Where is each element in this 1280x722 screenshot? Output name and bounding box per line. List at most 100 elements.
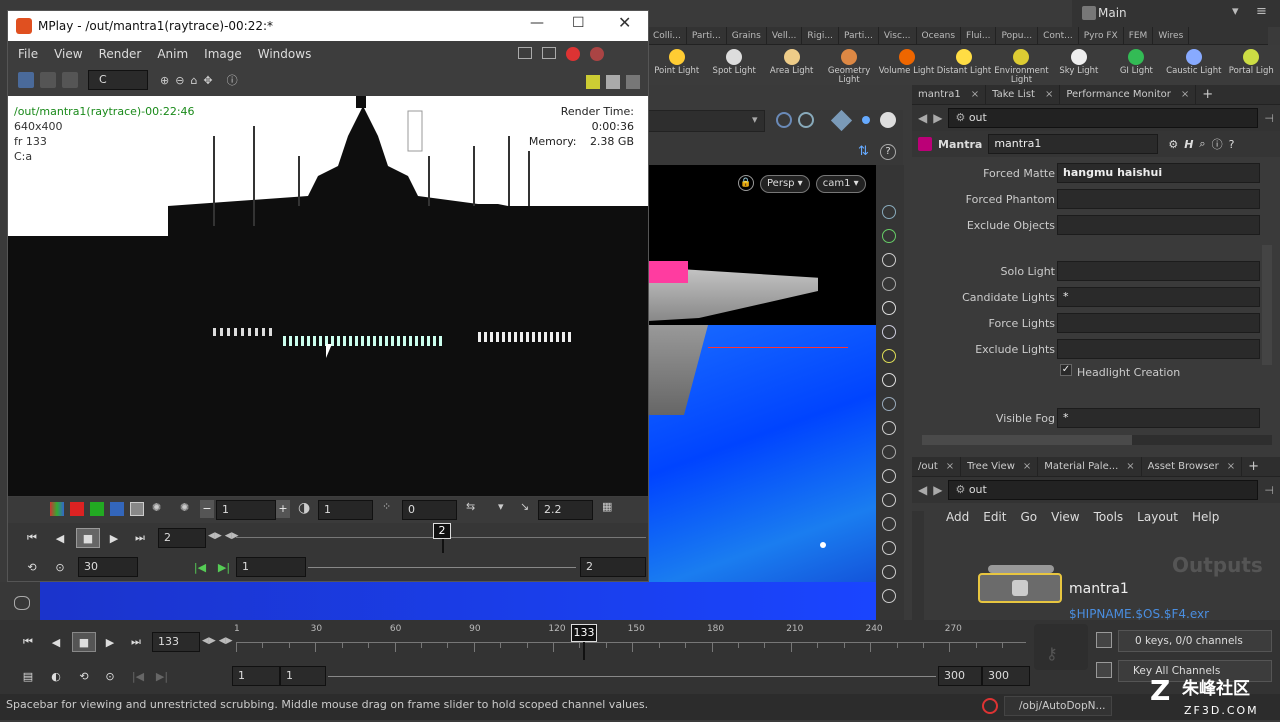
offset-icon[interactable]: ⁘ [382, 500, 391, 513]
full-grid-icon[interactable] [626, 75, 640, 89]
help-param-icon[interactable]: ? [1229, 138, 1235, 151]
network-tab[interactable]: Tree View × [961, 457, 1039, 476]
desktop-dropdown-icon[interactable]: ▾ [1232, 4, 1239, 19]
tab-close-icon[interactable]: × [1126, 461, 1134, 472]
target-icon[interactable] [798, 112, 814, 128]
tl-realtime-icon[interactable]: ▤ [16, 666, 40, 686]
tl-jump-end-button[interactable]: ⏭ [124, 632, 148, 652]
tl-play-forward-button[interactable]: ▶ [98, 632, 122, 652]
grid-icon[interactable] [586, 75, 600, 89]
display-option-icon[interactable] [882, 373, 896, 387]
shelf-tab[interactable]: Parti... [687, 27, 727, 44]
zoom-in-icon[interactable]: ⊕ [160, 74, 169, 87]
shelf-tab[interactable]: Visc... [879, 27, 917, 44]
gamma-field[interactable]: 2.2 [538, 500, 593, 520]
parameter-tab[interactable]: Performance Monitor × [1060, 85, 1197, 104]
mplay-frame-field[interactable]: 2 [158, 528, 206, 548]
display-option-icon[interactable] [882, 493, 896, 507]
add-tab-icon[interactable]: + [1196, 85, 1219, 104]
zoom-out-icon[interactable]: ⊖ [175, 74, 184, 87]
net-forward-arrow-icon[interactable]: ▶ [933, 483, 942, 497]
shelf-tool[interactable]: Portal Ligh [1223, 45, 1280, 85]
tile-icon[interactable] [542, 47, 556, 59]
mplay-frame-marker[interactable]: 2 [433, 523, 451, 539]
exposure-field[interactable]: 1 [216, 500, 276, 520]
no-entry-icon[interactable] [982, 698, 998, 714]
network-menu-item[interactable]: Add [946, 510, 969, 524]
parameter-field[interactable] [1057, 339, 1260, 359]
tl-play-back-button[interactable]: ◀ [44, 632, 68, 652]
mplay-menu-item[interactable]: Image [204, 47, 242, 61]
mplay-menu-item[interactable]: View [54, 47, 82, 61]
shelf-tool[interactable]: Area Light [763, 45, 820, 85]
network-menu-item[interactable]: View [1051, 510, 1079, 524]
home-icon[interactable]: ⌂ [190, 74, 197, 87]
display-option-icon[interactable] [882, 325, 896, 339]
tl-range-slider[interactable] [328, 676, 936, 677]
step-icons[interactable]: ◀▶ ◀▶ [208, 531, 239, 541]
shelf-tab[interactable]: Wires [1153, 27, 1190, 44]
parameter-field[interactable] [1057, 261, 1260, 281]
parameter-field[interactable] [1057, 189, 1260, 209]
mplay-menu-item[interactable]: Render [99, 47, 142, 61]
network-menu-item[interactable]: Go [1020, 510, 1037, 524]
network-menu-item[interactable]: Help [1192, 510, 1219, 524]
play-back-button[interactable]: ◀ [48, 528, 72, 548]
stop-render-icon[interactable] [566, 47, 580, 61]
tl-loop-icon[interactable]: ⟲ [72, 666, 96, 686]
tl-end-field[interactable]: 300 [938, 666, 982, 686]
parameter-h-scrollbar[interactable] [922, 435, 1272, 445]
blue-channel-icon[interactable] [110, 502, 124, 516]
info-icon[interactable]: ⓘ [1212, 136, 1223, 152]
shelf-tool[interactable]: GI Light [1108, 45, 1165, 85]
play-forward-button[interactable]: ▶ [102, 528, 126, 548]
frame-ruler[interactable]: 1 30 60 90 120 150 180 210 240 270 [234, 620, 1026, 660]
fps-field[interactable]: 30 [78, 557, 138, 577]
mplay-menu-item[interactable]: Windows [258, 47, 312, 61]
add-tab-icon[interactable]: + [1242, 457, 1265, 476]
shelf-tool[interactable]: Caustic Light [1165, 45, 1222, 85]
forward-arrow-icon[interactable]: ▶ [933, 111, 942, 125]
tab-close-icon[interactable]: × [1227, 461, 1235, 472]
close-mplay-icon[interactable] [590, 47, 604, 61]
range-slider[interactable] [308, 567, 576, 568]
dot-icon[interactable] [862, 116, 870, 124]
adjust-menu-icon[interactable]: ▦ [602, 500, 612, 513]
loop-icon[interactable]: ⟲ [20, 557, 44, 577]
parameter-tab[interactable]: Take List × [986, 85, 1061, 104]
tl-timer-icon[interactable]: ⊙ [98, 666, 122, 686]
gain-field[interactable]: 1 [318, 500, 373, 520]
gear-icon[interactable]: ⚙ [1168, 138, 1178, 151]
network-menu-item[interactable]: Layout [1137, 510, 1178, 524]
net-back-arrow-icon[interactable]: ◀ [918, 483, 927, 497]
net-pin-icon[interactable]: ⊣ [1264, 484, 1274, 497]
ab-icon[interactable] [62, 72, 78, 88]
float-icon[interactable] [518, 47, 532, 59]
key-widget[interactable]: ⚷ [1034, 624, 1088, 670]
channel-select[interactable]: C [88, 70, 148, 90]
parameter-tab[interactable]: mantra1 × [912, 85, 987, 104]
shelf-tool[interactable]: Sky Light [1050, 45, 1107, 85]
tl-jump-start-button[interactable]: ⏮ [16, 632, 40, 652]
maximize-button[interactable]: ☐ [572, 15, 585, 31]
range-start-field[interactable]: 1 [236, 557, 306, 577]
parameter-path-field[interactable]: ⚙ out [948, 108, 1259, 128]
mplay-menu-item[interactable]: File [18, 47, 38, 61]
realtime-icon[interactable]: ⊙ [48, 557, 72, 577]
parameter-field[interactable]: hangmu haishui [1057, 163, 1260, 183]
display-option-icon[interactable] [882, 541, 896, 555]
display-option-icon[interactable] [882, 517, 896, 531]
network-menu-item[interactable]: Edit [983, 510, 1006, 524]
sphere-icon[interactable] [880, 112, 896, 128]
parameter-field[interactable]: * [1057, 287, 1260, 307]
shelf-tool[interactable]: Distant Light [935, 45, 992, 85]
tl-end2-field[interactable]: 300 [982, 666, 1030, 686]
lock-icon[interactable]: 🔒 [738, 175, 754, 191]
shelf-tab[interactable]: Parti... [839, 27, 879, 44]
range-end-icon[interactable]: ▶| [212, 557, 236, 577]
red-channel-icon[interactable] [70, 502, 84, 516]
tab-close-icon[interactable]: × [1023, 461, 1031, 472]
jump-start-button[interactable]: ⏮ [20, 528, 44, 548]
shelf-tool[interactable]: Environment Light [993, 45, 1050, 85]
mplay-info-icon[interactable]: ⓘ [227, 72, 238, 88]
